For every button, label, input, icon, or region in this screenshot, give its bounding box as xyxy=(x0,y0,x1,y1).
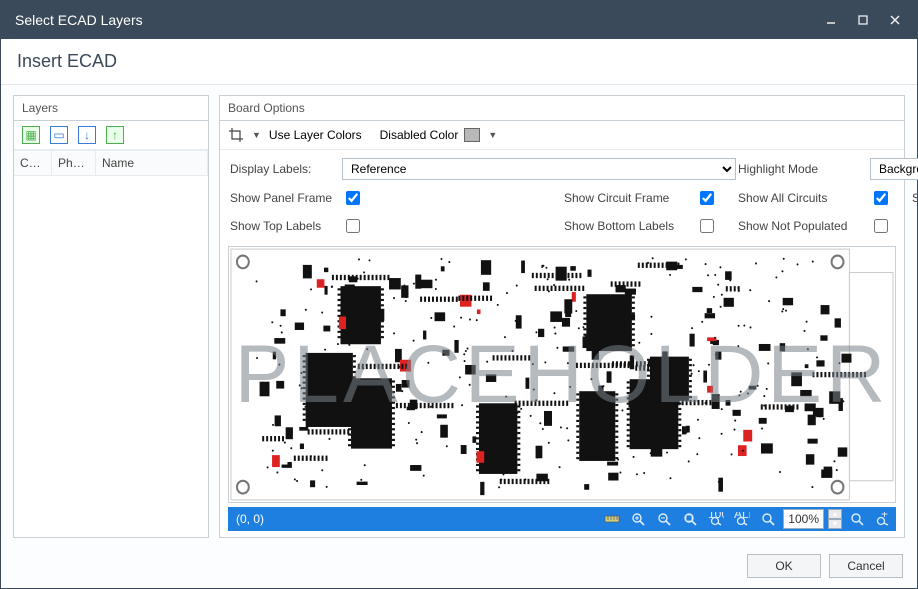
show-not-populated-checkbox[interactable] xyxy=(874,219,888,233)
layers-panel: Layers ▦ ▭ ↓ ↑ CAD Pho... Name xyxy=(13,95,209,538)
zoom-fit-icon[interactable] xyxy=(679,509,701,529)
arrow-up-icon[interactable]: ↑ xyxy=(106,126,124,144)
show-panel-frame-label: Show Panel Frame xyxy=(230,191,340,205)
status-coordinates: (0, 0) xyxy=(236,512,597,526)
zoom-100-icon[interactable]: 100 xyxy=(705,509,727,529)
show-polarity-label: Show Polarity xyxy=(912,191,918,205)
svg-text:100: 100 xyxy=(708,512,724,521)
highlight-mode-label: Highlight Mode xyxy=(738,162,868,176)
zoom-settings-icon[interactable]: + xyxy=(872,509,894,529)
dialog-body: Layers ▦ ▭ ↓ ↑ CAD Pho... Name Board Opt… xyxy=(1,85,917,548)
show-not-populated-label: Show Not Populated xyxy=(738,219,868,233)
board-options-panel: Board Options ▼ Use Layer Colors Disable… xyxy=(219,95,905,538)
board-preview[interactable]: PLACEHOLDER xyxy=(228,246,896,503)
board-options-title: Board Options xyxy=(220,96,904,121)
window-title: Select ECAD Layers xyxy=(15,12,143,28)
display-labels-select[interactable]: Reference xyxy=(342,158,736,180)
maximize-button[interactable] xyxy=(851,8,875,32)
zoom-selection-icon[interactable] xyxy=(846,509,868,529)
show-panel-frame-checkbox[interactable] xyxy=(346,191,360,205)
display-labels-label: Display Labels: xyxy=(230,162,340,176)
cancel-button[interactable]: Cancel xyxy=(829,554,903,578)
layers-toolbar: ▦ ▭ ↓ ↑ xyxy=(14,121,208,150)
use-layer-colors-label[interactable]: Use Layer Colors xyxy=(269,128,362,142)
titlebar: Select ECAD Layers xyxy=(1,1,917,39)
close-button[interactable] xyxy=(883,8,907,32)
show-circuit-frame-label: Show Circuit Frame xyxy=(564,191,694,205)
show-top-labels-checkbox[interactable] xyxy=(346,219,360,233)
disabled-color-dropdown-icon[interactable]: ▼ xyxy=(486,130,499,140)
zoom-spinner-up[interactable]: ▲ xyxy=(828,509,842,519)
show-circuit-frame-checkbox[interactable] xyxy=(700,191,714,205)
arrow-down-icon[interactable]: ↓ xyxy=(78,126,96,144)
svg-text:ALL: ALL xyxy=(734,512,750,521)
layers-table: CAD Pho... Name xyxy=(14,150,208,176)
highlight-mode-select[interactable]: Background xyxy=(870,158,918,180)
window-controls xyxy=(819,8,907,32)
ruler-icon[interactable] xyxy=(601,509,623,529)
grid-view-icon[interactable]: ▦ xyxy=(22,126,40,144)
show-bottom-labels-label: Show Bottom Labels xyxy=(564,219,694,233)
layers-table-header: CAD Pho... Name xyxy=(14,151,208,176)
dialog-footer: OK Cancel xyxy=(1,548,917,588)
show-top-labels-label: Show Top Labels xyxy=(230,219,340,233)
zoom-value: 100% xyxy=(783,509,824,529)
page-title: Insert ECAD xyxy=(1,39,917,85)
show-all-circuits-checkbox[interactable] xyxy=(874,191,888,205)
zoom-in-icon[interactable] xyxy=(627,509,649,529)
zoom-out-icon[interactable] xyxy=(653,509,675,529)
col-cad[interactable]: CAD xyxy=(14,151,52,176)
zoom-spinner[interactable]: ▲ ▼ xyxy=(828,509,842,529)
show-bottom-labels-checkbox[interactable] xyxy=(700,219,714,233)
box-icon[interactable]: ▭ xyxy=(50,126,68,144)
minimize-button[interactable] xyxy=(819,8,843,32)
zoom-spinner-down[interactable]: ▼ xyxy=(828,519,842,529)
disabled-color-swatch[interactable] xyxy=(464,128,480,142)
zoom-region-icon[interactable] xyxy=(757,509,779,529)
show-all-circuits-label: Show All Circuits xyxy=(738,191,868,205)
layers-panel-title: Layers xyxy=(14,96,208,121)
col-name[interactable]: Name xyxy=(96,151,208,176)
board-toolbar: ▼ Use Layer Colors Disabled Color ▼ xyxy=(220,121,904,150)
options-grid: Display Labels: Reference Highlight Mode… xyxy=(220,150,904,242)
zoom-all-icon[interactable]: ALL xyxy=(731,509,753,529)
status-bar: (0, 0) 100 ALL xyxy=(228,507,896,531)
dialog-window: Select ECAD Layers Insert ECAD Layers ▦ … xyxy=(0,0,918,589)
ok-button[interactable]: OK xyxy=(747,554,821,578)
crop-dropdown-icon[interactable]: ▼ xyxy=(250,130,263,140)
disabled-color-label: Disabled Color xyxy=(380,128,459,142)
col-photo[interactable]: Pho... xyxy=(52,151,96,176)
crop-icon[interactable] xyxy=(228,127,244,143)
